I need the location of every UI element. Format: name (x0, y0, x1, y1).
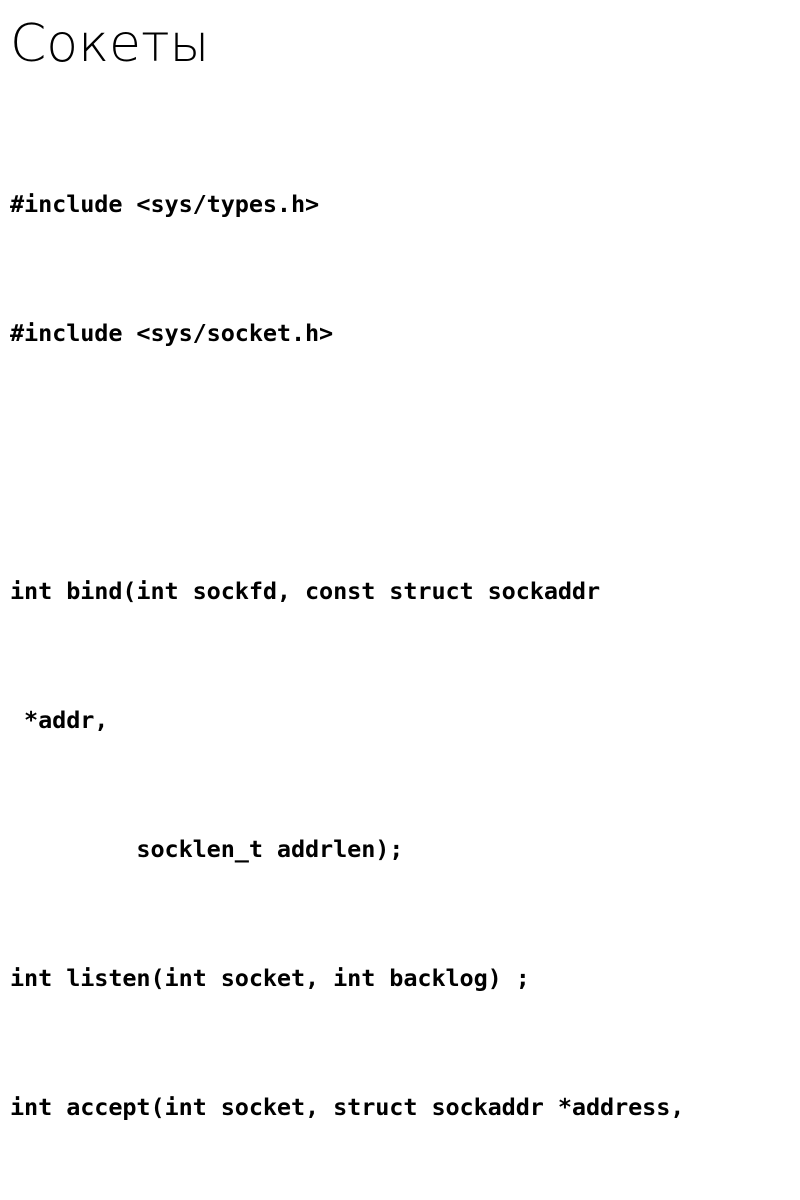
slide: Сокеты #include <sys/types.h> #include <… (0, 0, 800, 1121)
code-line: int listen(int socket, int backlog) ; (10, 964, 530, 992)
code-line: #include <sys/socket.h> (10, 319, 334, 347)
page-title: Сокеты (10, 14, 210, 74)
code-line-continuation: *addr, (10, 706, 109, 734)
code-line: #include <sys/types.h> (10, 190, 320, 218)
code-line: int bind(int sockfd, const struct sockad… (10, 577, 601, 605)
code-block: #include <sys/types.h> #include <sys/soc… (10, 97, 800, 1200)
code-line: socklen_t addrlen); (10, 835, 404, 863)
code-line: int accept(int socket, struct sockaddr *… (10, 1093, 685, 1121)
